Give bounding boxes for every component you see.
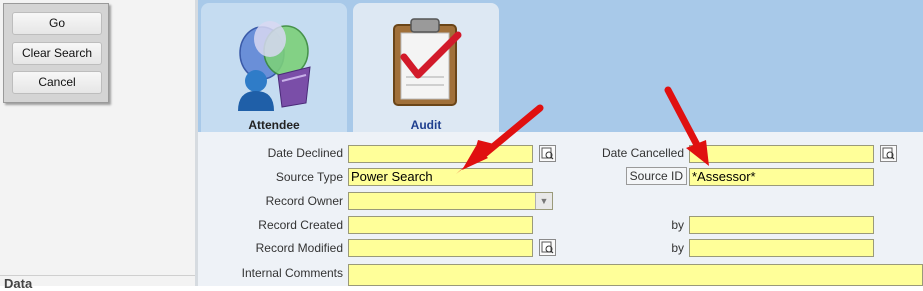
tab-audit[interactable]: Audit xyxy=(353,3,499,132)
clear-search-button[interactable]: Clear Search xyxy=(12,42,102,65)
date-cancelled-calendar-icon[interactable] xyxy=(880,145,897,162)
record-created-field[interactable] xyxy=(348,216,533,234)
cancel-button[interactable]: Cancel xyxy=(12,71,102,94)
date-declined-calendar-icon[interactable] xyxy=(539,145,556,162)
record-modified-by-label: by xyxy=(671,241,684,255)
date-cancelled-label: Date Cancelled xyxy=(601,146,684,160)
record-modified-field[interactable] xyxy=(348,239,533,257)
date-cancelled-field[interactable] xyxy=(689,145,874,163)
left-panel: Go Clear Search Cancel Data xyxy=(0,0,195,291)
record-created-label: Record Created xyxy=(258,218,343,232)
tab-attendee[interactable]: Attendee xyxy=(201,3,347,132)
record-owner-label: Record Owner xyxy=(265,194,343,208)
source-type-field[interactable]: Power Search xyxy=(348,168,533,186)
date-declined-label: Date Declined xyxy=(267,146,343,160)
record-modified-by-field[interactable] xyxy=(689,239,874,257)
record-owner-select[interactable]: ▼ xyxy=(348,192,553,210)
record-modified-calendar-icon[interactable] xyxy=(539,239,556,256)
source-type-label: Source Type xyxy=(275,170,343,184)
internal-comments-field[interactable] xyxy=(348,264,923,286)
tab-audit-label: Audit xyxy=(410,118,442,132)
data-section-label: Data xyxy=(4,276,33,291)
attendee-icon xyxy=(238,21,311,111)
clipboard-check-icon xyxy=(393,18,462,106)
record-created-by-label: by xyxy=(671,218,684,232)
source-id-field[interactable]: *Assessor* xyxy=(689,168,874,186)
record-created-by-field[interactable] xyxy=(689,216,874,234)
source-id-label: Source ID xyxy=(625,167,687,185)
record-modified-label: Record Modified xyxy=(255,241,343,255)
internal-comments-label: Internal Comments xyxy=(241,266,343,280)
chevron-down-icon[interactable]: ▼ xyxy=(535,193,552,209)
search-button-group: Go Clear Search Cancel xyxy=(3,3,109,103)
go-button[interactable]: Go xyxy=(12,12,102,35)
date-declined-field[interactable] xyxy=(348,145,533,163)
tab-attendee-label: Attendee xyxy=(248,118,300,132)
